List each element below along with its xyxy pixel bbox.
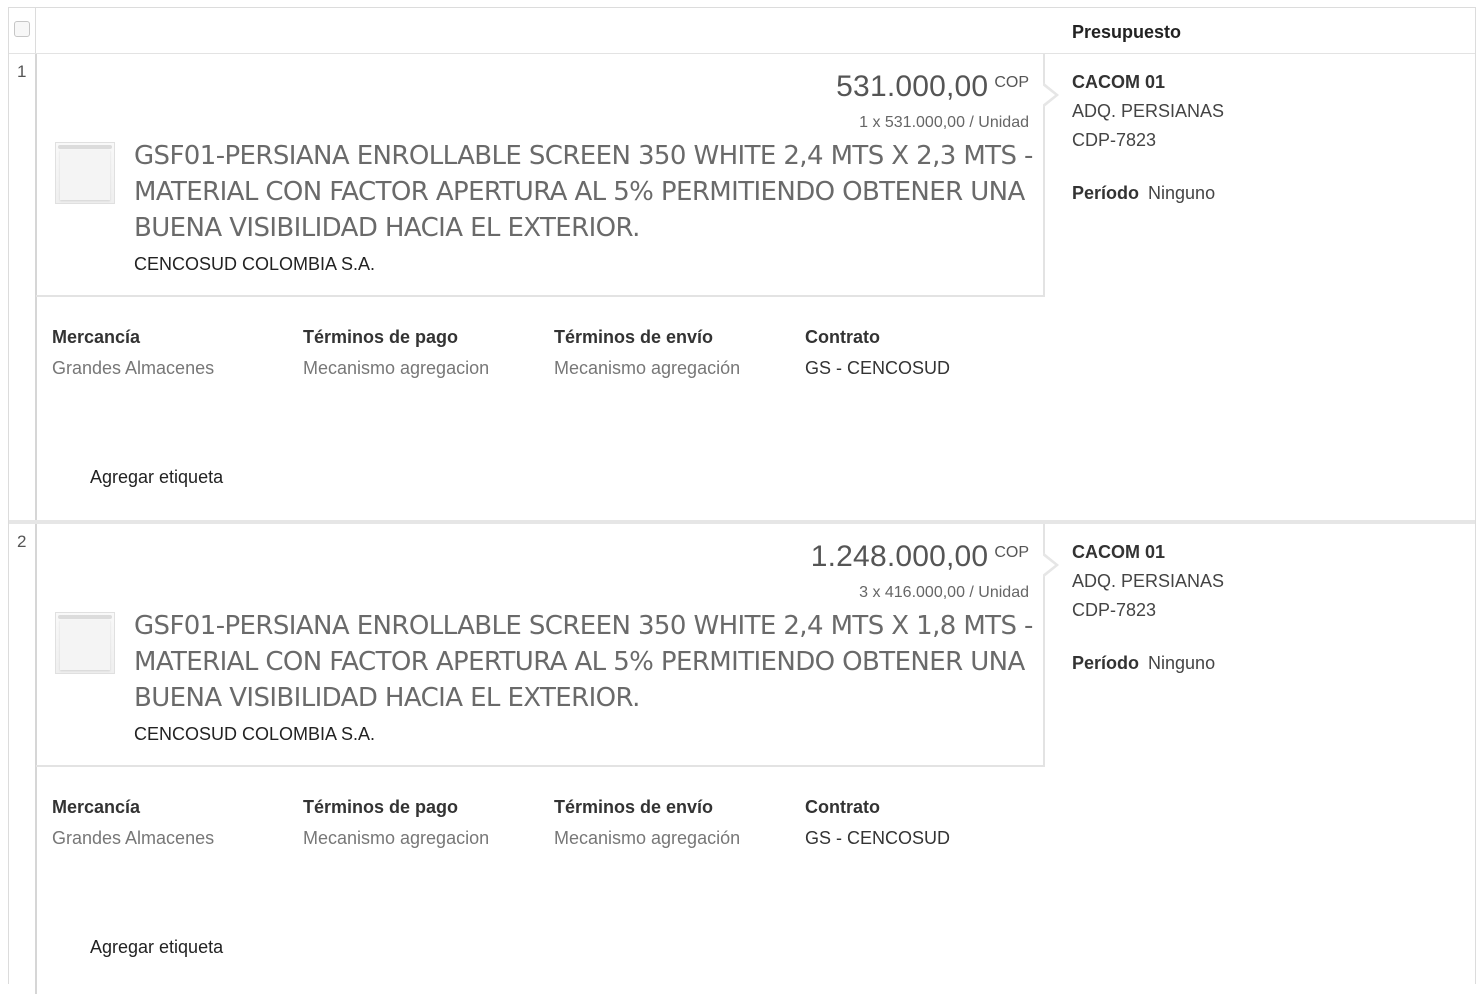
row-number-cell: 1 <box>9 54 37 524</box>
line-item-row: 2 1.248.000,00 COP 3 x 416.000,00 / Unida… <box>9 520 1475 994</box>
add-tag-link[interactable]: Agregar etiqueta <box>90 467 223 488</box>
budget-line: ADQ. PERSIANAS <box>1072 101 1225 121</box>
contract-field: Contrato GS - CENCOSUD <box>805 327 951 378</box>
item-price: 531.000,00 COP <box>836 70 1029 104</box>
row-number: 2 <box>17 532 27 551</box>
unit-price: 1 x 531.000,00 / Unidad <box>859 114 1029 131</box>
item-description[interactable]: GSF01-PERSIANA ENROLLABLE SCREEN 350 WHI… <box>134 608 1034 716</box>
line-item-row: 1 531.000,00 COP 1 x 531.000,00 / Unidad … <box>9 54 1475 524</box>
unit-price: 3 x 416.000,00 / Unidad <box>859 584 1029 601</box>
card-pointer-arrow <box>1041 552 1059 578</box>
commodity-field: Mercancía Grandes Almacenes <box>52 327 215 378</box>
budget-info: CACOM 01 ADQ. PERSIANAS CDP-7823 Período… <box>1072 542 1224 674</box>
commodity-field: Mercancía Grandes Almacenes <box>52 797 215 848</box>
item-price: 1.248.000,00 COP <box>811 540 1029 574</box>
item-card[interactable]: 1.248.000,00 COP 3 x 416.000,00 / Unidad … <box>36 524 1045 767</box>
row-number-cell: 2 <box>9 524 37 994</box>
budget-cdp: CDP-7823 <box>1072 130 1157 150</box>
supplier-name: CENCOSUD COLOMBIA S.A. <box>134 254 376 274</box>
price-amount: 1.248.000,00 <box>810 540 989 573</box>
item-description[interactable]: GSF01-PERSIANA ENROLLABLE SCREEN 350 WHI… <box>134 138 1034 246</box>
item-card[interactable]: 531.000,00 COP 1 x 531.000,00 / Unidad GS… <box>36 54 1045 297</box>
price-currency: COP <box>994 544 1029 561</box>
table-header: Presupuesto <box>9 8 1475 54</box>
budget-cdp: CDP-7823 <box>1072 600 1157 620</box>
contract-field: Contrato GS - CENCOSUD <box>805 797 951 848</box>
price-currency: COP <box>994 74 1029 91</box>
budget-code: CACOM 01 <box>1072 72 1166 92</box>
supplier-name: CENCOSUD COLOMBIA S.A. <box>134 724 376 744</box>
budget-code: CACOM 01 <box>1072 542 1166 562</box>
price-amount: 531.000,00 <box>836 70 989 103</box>
budget-line: ADQ. PERSIANAS <box>1072 571 1225 591</box>
product-thumbnail <box>55 142 115 204</box>
payment-terms-field: Términos de pago Mecanismo agregacion <box>303 797 490 848</box>
shipping-terms-field: Términos de envío Mecanismo agregación <box>554 327 741 378</box>
product-thumbnail <box>55 612 115 674</box>
card-pointer-arrow <box>1041 82 1059 108</box>
select-all-cell <box>9 8 36 53</box>
budget-period: Período Ninguno <box>1072 653 1216 673</box>
budget-info: CACOM 01 ADQ. PERSIANAS CDP-7823 Período… <box>1072 72 1224 204</box>
shipping-terms-field: Términos de envío Mecanismo agregación <box>554 797 741 848</box>
budget-period: Período Ninguno <box>1072 183 1216 203</box>
select-all-checkbox[interactable] <box>14 21 30 37</box>
line-items-table: Presupuesto 1 531.000,00 COP 1 x 531.000,… <box>8 7 1476 994</box>
payment-terms-field: Términos de pago Mecanismo agregacion <box>303 327 490 378</box>
budget-column-header: Presupuesto <box>1072 22 1182 42</box>
row-number: 1 <box>17 62 27 81</box>
add-tag-link[interactable]: Agregar etiqueta <box>90 937 223 958</box>
